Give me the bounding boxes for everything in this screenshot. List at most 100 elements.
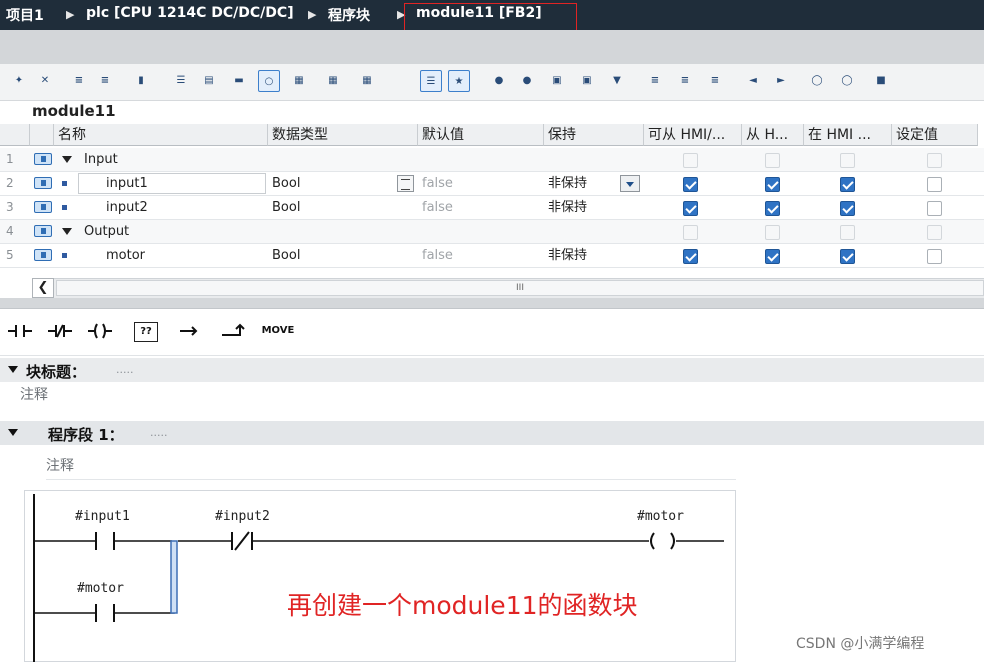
setpoint-checkbox[interactable] xyxy=(927,249,942,264)
hmi-visible-checkbox[interactable] xyxy=(840,249,855,264)
retain-dropdown[interactable] xyxy=(620,175,640,192)
close-branch-icon[interactable] xyxy=(218,317,246,345)
block-title-band[interactable]: 块标题： ..... xyxy=(0,358,984,382)
expand-all-icon[interactable]: ≡ xyxy=(704,70,726,92)
table-row[interactable]: 2 input1 Bool false 非保持 xyxy=(0,172,984,196)
network-comment[interactable]: 注释 xyxy=(46,455,736,480)
insert-row-icon[interactable]: ✦ xyxy=(8,70,30,92)
retain-value[interactable]: 非保持 xyxy=(548,196,587,219)
column-header-setpoint[interactable]: 设定值 xyxy=(892,124,978,146)
hmi-access-checkbox[interactable] xyxy=(683,201,698,216)
pane-splitter[interactable] xyxy=(0,298,984,309)
block-title-placeholder[interactable]: ..... xyxy=(116,363,133,376)
download-icon[interactable]: ▼ xyxy=(606,70,628,92)
compare-down-icon[interactable]: ▣ xyxy=(576,70,598,92)
breadcrumb-item-project[interactable]: 项目1 xyxy=(6,5,44,25)
table-row[interactable]: 3 input2 Bool false 非保持 xyxy=(0,196,984,220)
block-comment[interactable]: 注释 xyxy=(20,384,48,404)
details-icon[interactable]: ☰ xyxy=(420,70,442,92)
network-icon[interactable]: ☰ xyxy=(170,70,192,92)
type-list-icon[interactable] xyxy=(397,175,414,192)
collapse-arrow-icon[interactable] xyxy=(8,366,18,373)
nc-contact-icon[interactable] xyxy=(46,317,74,345)
data-block-icon[interactable]: ■ xyxy=(870,70,892,92)
collapse-icon[interactable]: ≡ xyxy=(644,70,666,92)
data-type[interactable]: Bool xyxy=(272,172,300,195)
open-branch-icon[interactable] xyxy=(176,317,204,345)
setpoint-checkbox[interactable] xyxy=(927,177,942,192)
favorites-icon[interactable]: ★ xyxy=(448,70,470,92)
column-header-name[interactable]: 名称 xyxy=(54,124,268,146)
input1-contact[interactable] xyxy=(95,532,115,550)
default-value[interactable]: false xyxy=(422,244,453,267)
annotation-text: 再创建一个module11的函数块 xyxy=(287,591,638,620)
glasses-icon[interactable]: ◯ xyxy=(806,70,828,92)
empty-box-icon[interactable]: ?? xyxy=(134,322,158,342)
tag-motor-output[interactable]: #motor xyxy=(637,509,684,524)
collapse-arrow-icon[interactable] xyxy=(8,429,18,436)
hmi-visible-checkbox[interactable] xyxy=(840,177,855,192)
hmi-write-checkbox[interactable] xyxy=(765,249,780,264)
column-header-data-type[interactable]: 数据类型 xyxy=(268,124,418,146)
table-row[interactable]: 4 Output xyxy=(0,220,984,244)
hmi-access-checkbox[interactable] xyxy=(683,177,698,192)
variable-name[interactable]: motor xyxy=(106,244,145,267)
collapse-arrow-icon[interactable] xyxy=(62,156,72,163)
table-row[interactable]: 5 motor Bool false 非保持 xyxy=(0,244,984,268)
table-row[interactable]: 1 Input xyxy=(0,148,984,172)
breadcrumb-item-plc[interactable]: plc [CPU 1214C DC/DC/DC] xyxy=(86,5,294,21)
indent-icon[interactable]: ≡ xyxy=(68,70,90,92)
window-icon[interactable]: ▤ xyxy=(198,70,220,92)
hmi-access-checkbox[interactable] xyxy=(683,249,698,264)
hmi-write-checkbox[interactable] xyxy=(765,177,780,192)
go-to-next-icon[interactable]: ● xyxy=(516,70,538,92)
motor-contact[interactable] xyxy=(95,604,115,622)
go-back-icon[interactable]: ► xyxy=(770,70,792,92)
snapshot-icon[interactable]: ◯ xyxy=(836,70,858,92)
column-header-hmi-visible[interactable]: 在 HMI ... xyxy=(804,124,892,146)
breadcrumb-item-program-blocks[interactable]: 程序块 xyxy=(328,5,370,25)
default-value[interactable]: false xyxy=(422,172,453,195)
list-icon[interactable]: ▬ xyxy=(228,70,250,92)
go-to-error-icon[interactable]: ● xyxy=(488,70,510,92)
hmi-write-checkbox[interactable] xyxy=(765,201,780,216)
no-contact-icon[interactable] xyxy=(6,317,34,345)
motor-coil[interactable] xyxy=(650,532,675,550)
hmi-visible-checkbox[interactable] xyxy=(840,201,855,216)
go-to-call-icon[interactable]: ◄ xyxy=(742,70,764,92)
collapse-arrow-icon[interactable] xyxy=(62,228,72,235)
variable-name[interactable]: input2 xyxy=(106,196,148,219)
network-title-band[interactable]: 程序段 1： ..... xyxy=(0,421,984,445)
symbol-icon[interactable]: ▦ xyxy=(356,70,378,92)
compare-icon[interactable]: ▣ xyxy=(546,70,568,92)
abs-icon[interactable]: ▦ xyxy=(288,70,310,92)
network-title-placeholder[interactable]: ..... xyxy=(150,426,167,439)
retain-value[interactable]: 非保持 xyxy=(548,244,587,267)
outdent-icon[interactable]: ≡ xyxy=(94,70,116,92)
column-header-retain[interactable]: 保持 xyxy=(544,124,644,146)
tag-input2[interactable]: #input2 xyxy=(215,509,270,524)
monitor-icon[interactable]: ▮ xyxy=(130,70,152,92)
default-value[interactable]: false xyxy=(422,196,453,219)
column-header-hmi-access[interactable]: 可从 HMI/... xyxy=(644,124,742,146)
data-type[interactable]: Bool xyxy=(272,196,300,219)
scroll-left-icon[interactable]: ❮ xyxy=(32,278,54,298)
column-header-default[interactable]: 默认值 xyxy=(418,124,544,146)
delete-row-icon[interactable]: ✕ xyxy=(34,70,56,92)
input2-contact[interactable] xyxy=(231,531,253,551)
coil-icon[interactable] xyxy=(86,317,114,345)
move-instruction-icon[interactable]: MOVE xyxy=(260,317,296,345)
abs-down-icon[interactable]: ▦ xyxy=(322,70,344,92)
data-type[interactable]: Bool xyxy=(272,244,300,267)
editor-titlebar xyxy=(0,30,984,65)
comment-icon[interactable]: ○ xyxy=(258,70,280,92)
variable-name[interactable]: input1 xyxy=(106,172,148,195)
tag-motor-contact[interactable]: #motor xyxy=(77,581,124,596)
retain-value[interactable]: 非保持 xyxy=(548,172,587,195)
branch-selection[interactable] xyxy=(170,540,178,614)
tag-input1[interactable]: #input1 xyxy=(75,509,130,524)
scroll-thumb[interactable]: III xyxy=(56,280,984,296)
expand-icon[interactable]: ≡ xyxy=(674,70,696,92)
setpoint-checkbox[interactable] xyxy=(927,201,942,216)
column-header-hmi-write[interactable]: 从 H... xyxy=(742,124,804,146)
